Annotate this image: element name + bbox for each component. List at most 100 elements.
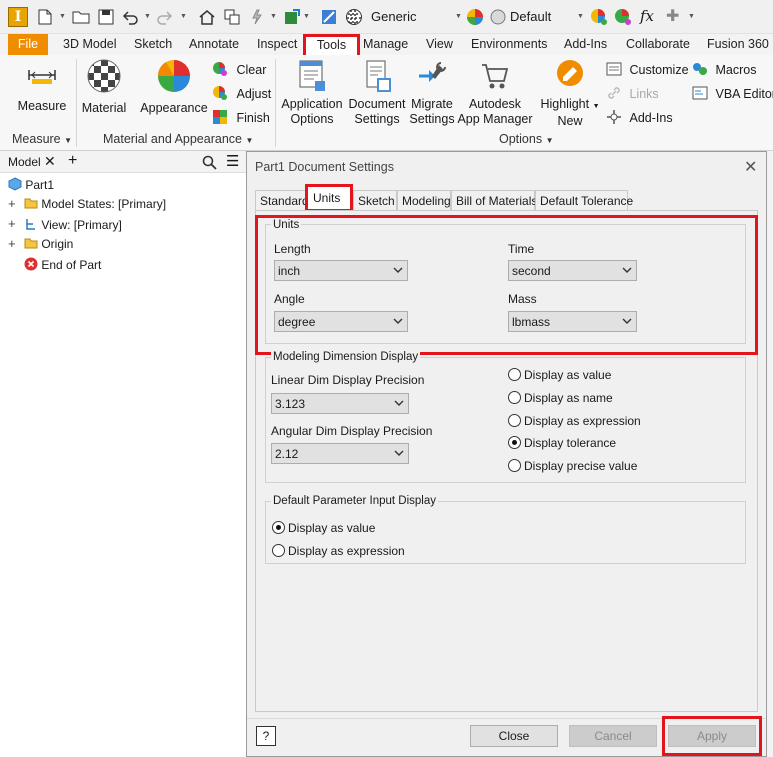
group-material-appearance[interactable]: Material and Appearance ▼ xyxy=(103,132,253,146)
update-dropdown-icon[interactable]: ▼ xyxy=(270,13,277,20)
color-scheme-icon[interactable] xyxy=(320,8,338,26)
document-settings-button[interactable]: Document Settings xyxy=(346,59,408,127)
inventor-logo-icon[interactable]: I xyxy=(8,7,28,27)
customize-qat-dropdown-icon[interactable]: ▼ xyxy=(688,13,695,20)
links-icon xyxy=(608,87,620,99)
tab-add-ins[interactable]: Add-Ins xyxy=(564,37,607,51)
redo-icon[interactable] xyxy=(156,8,174,26)
tab-3d-model[interactable]: 3D Model xyxy=(63,37,117,51)
adjust-button[interactable]: Adjust xyxy=(212,85,271,101)
appearance-label: Appearance xyxy=(140,101,208,115)
tab-environments[interactable]: Environments xyxy=(471,37,547,51)
cancel-button[interactable]: Cancel xyxy=(569,725,657,747)
help-button[interactable]: ? xyxy=(256,726,276,746)
redo-dropdown-icon[interactable]: ▼ xyxy=(180,13,187,20)
document-settings-label-2: Settings xyxy=(354,112,400,126)
open-folder-icon[interactable] xyxy=(72,8,90,26)
appearance-dropdown-icon[interactable]: ▼ xyxy=(577,13,584,20)
linear-precision-select[interactable]: 3.123 xyxy=(271,393,409,414)
select-dropdown-icon[interactable]: ▼ xyxy=(303,13,310,20)
expand-model-states-icon[interactable]: + xyxy=(8,196,16,211)
group-measure[interactable]: Measure ▼ xyxy=(12,132,72,146)
tab-units[interactable]: Units xyxy=(305,184,353,212)
radio-display-as-expression[interactable]: Display as expression xyxy=(508,414,641,428)
fx-parameters-button[interactable]: fx xyxy=(640,7,654,25)
macros-button[interactable]: Macros xyxy=(692,61,756,77)
material-ball-icon[interactable] xyxy=(345,8,363,26)
highlight-dropdown-icon[interactable]: ▼ xyxy=(593,103,600,110)
tree-item-part1[interactable]: Part1 xyxy=(8,177,54,192)
group-material-dropdown-icon[interactable]: ▼ xyxy=(245,136,253,145)
clear-appearance-icon[interactable] xyxy=(614,8,632,26)
tree-item-model-states[interactable]: Model States: [Primary] xyxy=(24,197,166,211)
radio-label: Display precise value xyxy=(524,459,638,473)
tab-sketch[interactable]: Sketch xyxy=(353,190,397,210)
home-icon[interactable] xyxy=(198,8,216,26)
application-options-button[interactable]: Application Options xyxy=(278,59,346,127)
tree-item-view[interactable]: View: [Primary] xyxy=(24,217,122,232)
tab-bill-of-materials[interactable]: Bill of Materials xyxy=(451,190,537,210)
angular-precision-select[interactable]: 2.12 xyxy=(271,443,409,464)
tab-annotate[interactable]: Annotate xyxy=(189,37,239,51)
close-browser-icon[interactable]: ✕ xyxy=(44,153,56,170)
tab-default-tolerance[interactable]: Default Tolerance xyxy=(535,190,633,210)
tab-file[interactable]: File xyxy=(8,34,48,55)
tab-collaborate[interactable]: Collaborate xyxy=(626,37,690,51)
radio-param-display-as-value[interactable]: Display as value xyxy=(272,521,375,535)
browser-tab-model[interactable]: Model xyxy=(8,155,41,169)
save-icon[interactable] xyxy=(97,8,115,26)
group-options[interactable]: Options ▼ xyxy=(499,132,554,146)
windows-icon[interactable] xyxy=(223,8,241,26)
document-settings-dialog: Part1 Document Settings ✕ Standard Units… xyxy=(246,151,767,757)
close-icon[interactable]: ✕ xyxy=(744,157,757,177)
appearance-selector[interactable]: Default xyxy=(510,9,551,24)
links-button[interactable]: Links xyxy=(606,85,659,101)
tab-inspect[interactable]: Inspect xyxy=(257,37,297,51)
add-icon[interactable]: ✚ xyxy=(666,6,679,26)
tree-item-origin[interactable]: Origin xyxy=(24,237,73,251)
part-cube-icon xyxy=(8,177,22,191)
default-appearance-icon[interactable] xyxy=(489,8,507,26)
adjust-appearance-icon[interactable] xyxy=(590,8,608,26)
group-options-dropdown-icon[interactable]: ▼ xyxy=(546,136,554,145)
migrate-settings-button[interactable]: Migrate Settings xyxy=(408,59,456,127)
measure-button[interactable]: Measure xyxy=(14,61,70,114)
expand-origin-icon[interactable]: + xyxy=(8,236,16,251)
tab-standard[interactable]: Standard xyxy=(255,190,309,210)
vba-editor-button[interactable]: VBA Editor xyxy=(692,85,773,101)
tab-sketch[interactable]: Sketch xyxy=(134,37,172,51)
radio-param-display-as-expression[interactable]: Display as expression xyxy=(272,544,405,558)
add-browser-tab-icon[interactable]: + xyxy=(68,152,77,170)
appearance-wheel-icon[interactable] xyxy=(466,8,484,26)
tree-item-end-of-part[interactable]: End of Part xyxy=(24,257,101,272)
close-button[interactable]: Close xyxy=(470,725,558,747)
search-icon[interactable] xyxy=(202,155,217,170)
finish-button[interactable]: Finish xyxy=(212,109,270,125)
radio-display-tolerance[interactable]: Display tolerance xyxy=(508,436,616,450)
clear-appearance-button[interactable]: Clear xyxy=(212,61,266,77)
undo-dropdown-icon[interactable]: ▼ xyxy=(144,13,151,20)
app-manager-button[interactable]: Autodesk App Manager xyxy=(456,59,534,127)
expand-view-icon[interactable]: + xyxy=(8,216,16,231)
appearance-button[interactable]: Appearance xyxy=(138,59,210,116)
radio-display-as-value[interactable]: Display as value xyxy=(508,368,611,382)
tab-manage[interactable]: Manage xyxy=(363,37,408,51)
material-selector[interactable]: Generic xyxy=(371,9,417,24)
tab-fusion-360[interactable]: Fusion 360 xyxy=(707,37,769,51)
radio-display-as-name[interactable]: Display as name xyxy=(508,391,613,405)
material-button[interactable]: Material xyxy=(80,59,128,116)
select-icon[interactable] xyxy=(283,8,301,26)
new-dropdown-icon[interactable]: ▼ xyxy=(59,13,66,20)
update-icon[interactable] xyxy=(248,8,266,26)
customize-button[interactable]: Customize xyxy=(606,61,689,77)
material-dropdown-icon[interactable]: ▼ xyxy=(455,13,462,20)
new-file-icon[interactable] xyxy=(36,8,54,26)
tab-view[interactable]: View xyxy=(426,37,453,51)
highlight-new-button[interactable]: Highlight ▼ New xyxy=(538,59,602,129)
tab-modeling[interactable]: Modeling xyxy=(397,190,451,210)
group-measure-dropdown-icon[interactable]: ▼ xyxy=(64,136,72,145)
radio-display-precise-value[interactable]: Display precise value xyxy=(508,459,637,473)
undo-icon[interactable] xyxy=(121,8,139,26)
menu-icon[interactable]: ☰ xyxy=(226,152,239,170)
add-ins-button[interactable]: Add-Ins xyxy=(606,109,673,125)
